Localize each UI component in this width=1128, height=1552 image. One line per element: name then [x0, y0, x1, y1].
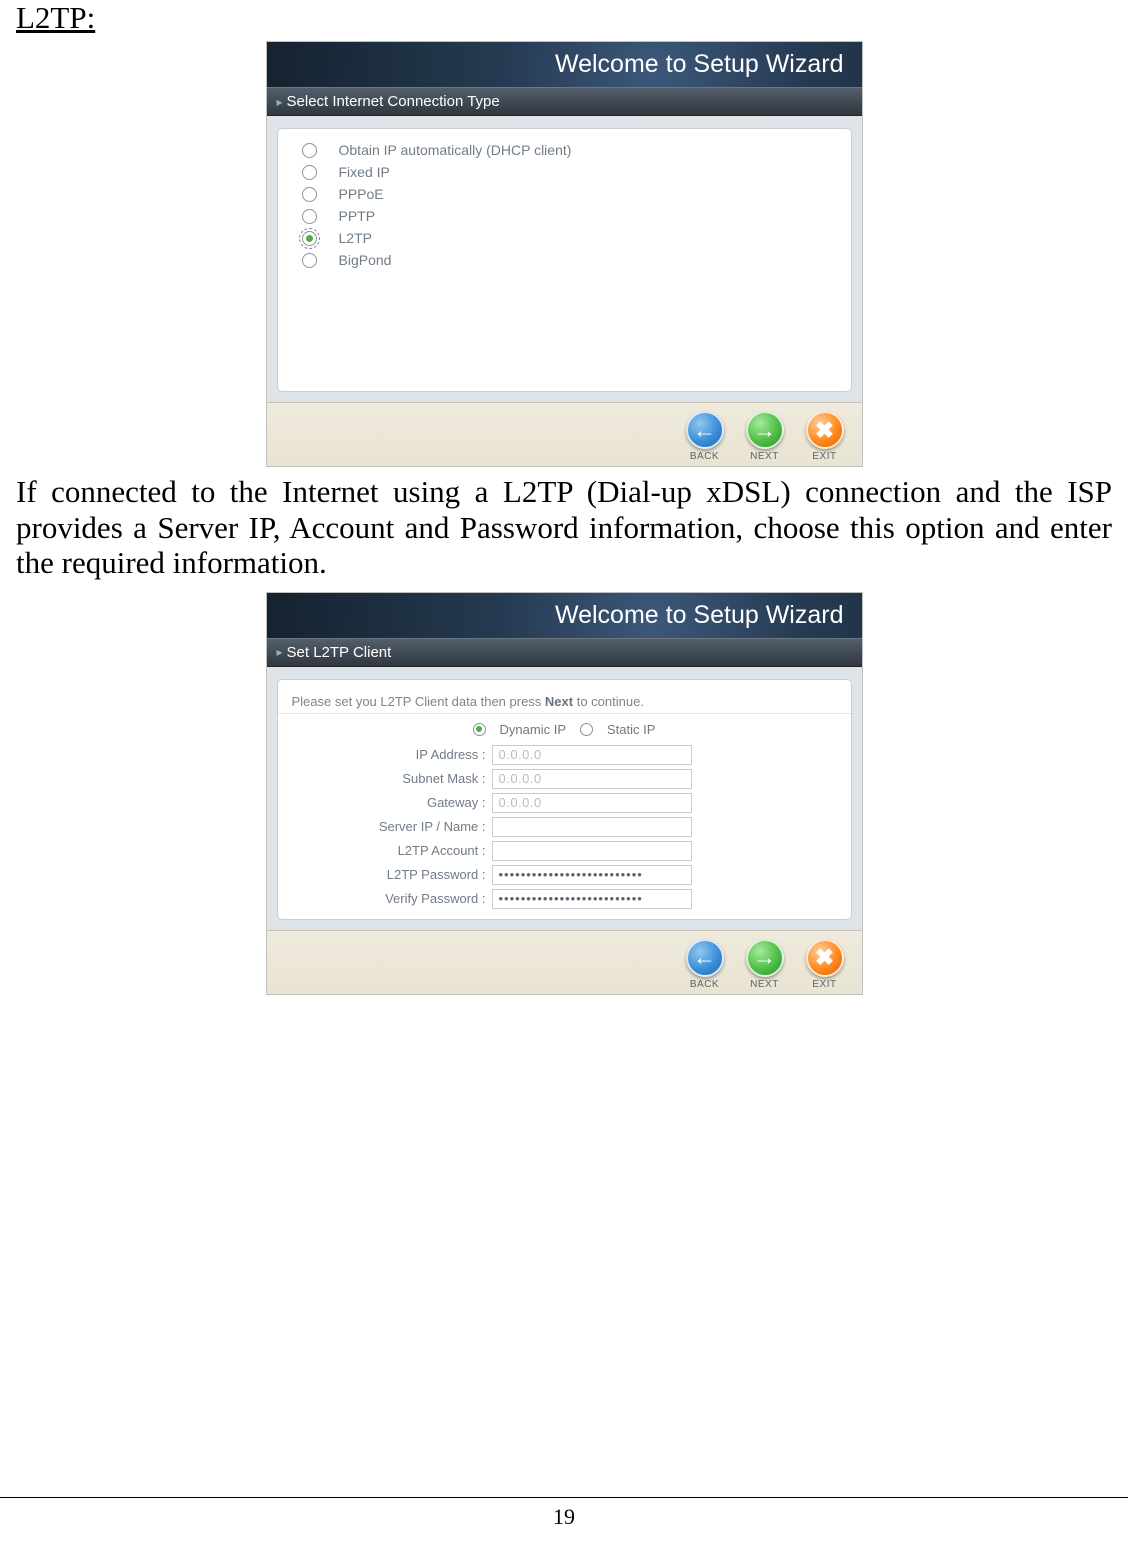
option-label: Fixed IP — [339, 164, 390, 180]
field-label: Gateway : — [278, 795, 486, 810]
option-label: PPTP — [339, 208, 376, 224]
hint-pre: Please set you L2TP Client data then pre… — [292, 694, 545, 709]
wizard-footer: ← BACK → NEXT ✖ EXIT — [267, 402, 862, 466]
next-label: NEXT — [750, 979, 779, 990]
field-label: Verify Password : — [278, 891, 486, 906]
arrow-right-icon: → — [746, 939, 784, 977]
field-label: Server IP / Name : — [278, 819, 486, 834]
dynamic-ip-label[interactable]: Dynamic IP — [500, 722, 566, 737]
subnet-mask-input[interactable] — [492, 769, 692, 789]
field-gateway: Gateway : — [278, 791, 851, 815]
option-label: BigPond — [339, 252, 392, 268]
next-label: NEXT — [750, 451, 779, 462]
arrow-left-icon: ← — [686, 411, 724, 449]
close-icon: ✖ — [806, 939, 844, 977]
radio-icon[interactable] — [302, 209, 317, 224]
close-icon: ✖ — [806, 411, 844, 449]
gateway-input[interactable] — [492, 793, 692, 813]
hint-post: to continue. — [573, 694, 644, 709]
server-ip-input[interactable] — [492, 817, 692, 837]
radio-icon[interactable] — [302, 187, 317, 202]
radio-icon[interactable] — [473, 723, 486, 736]
back-button[interactable]: ← BACK — [686, 411, 724, 462]
wizard-title-bar: Welcome to Setup Wizard — [267, 42, 862, 87]
exit-label: EXIT — [812, 979, 836, 990]
field-ip-address: IP Address : — [278, 743, 851, 767]
exit-button[interactable]: ✖ EXIT — [806, 411, 844, 462]
section-heading: L2TP: — [16, 0, 1112, 36]
field-verify-password: Verify Password : — [278, 887, 851, 911]
verify-password-input[interactable] — [492, 889, 692, 909]
wizard-title-bar: Welcome to Setup Wizard — [267, 593, 862, 638]
ip-address-input[interactable] — [492, 745, 692, 765]
next-button[interactable]: → NEXT — [746, 939, 784, 990]
arrow-right-icon: → — [746, 411, 784, 449]
setup-wizard-screenshot-1: Welcome to Setup Wizard ▸ Select Interne… — [267, 42, 862, 466]
field-l2tp-password: L2TP Password : — [278, 863, 851, 887]
radio-icon[interactable] — [580, 723, 593, 736]
field-label: L2TP Password : — [278, 867, 486, 882]
wizard-footer: ← BACK → NEXT ✖ EXIT — [267, 930, 862, 994]
field-l2tp-account: L2TP Account : — [278, 839, 851, 863]
chevron-right-icon: ▸ — [277, 95, 283, 109]
hint-text: Please set you L2TP Client data then pre… — [278, 690, 851, 714]
field-server-ip: Server IP / Name : — [278, 815, 851, 839]
field-label: Subnet Mask : — [278, 771, 486, 786]
back-button[interactable]: ← BACK — [686, 939, 724, 990]
field-label: IP Address : — [278, 747, 486, 762]
option-label: L2TP — [339, 230, 372, 246]
option-l2tp[interactable]: L2TP — [278, 227, 851, 249]
wizard-section-label: Set L2TP Client — [287, 644, 392, 661]
radio-icon[interactable] — [302, 165, 317, 180]
option-label: PPPoE — [339, 186, 384, 202]
radio-icon[interactable] — [302, 143, 317, 158]
static-ip-label[interactable]: Static IP — [607, 722, 655, 737]
field-label: L2TP Account : — [278, 843, 486, 858]
exit-label: EXIT — [812, 451, 836, 462]
hint-bold: Next — [545, 694, 573, 709]
wizard-title: Welcome to Setup Wizard — [555, 50, 844, 79]
radio-icon[interactable] — [302, 253, 317, 268]
exit-button[interactable]: ✖ EXIT — [806, 939, 844, 990]
option-fixed-ip[interactable]: Fixed IP — [278, 161, 851, 183]
wizard-section-bar: ▸ Set L2TP Client — [267, 638, 862, 667]
back-label: BACK — [690, 451, 719, 462]
options-panel: Obtain IP automatically (DHCP client) Fi… — [277, 128, 852, 392]
wizard-section-label: Select Internet Connection Type — [287, 93, 500, 110]
option-dhcp[interactable]: Obtain IP automatically (DHCP client) — [278, 139, 851, 161]
setup-wizard-screenshot-2: Welcome to Setup Wizard ▸ Set L2TP Clien… — [267, 593, 862, 994]
wizard-section-bar: ▸ Select Internet Connection Type — [267, 87, 862, 116]
next-button[interactable]: → NEXT — [746, 411, 784, 462]
body-paragraph: If connected to the Internet using a L2T… — [16, 474, 1112, 581]
form-panel: Please set you L2TP Client data then pre… — [277, 679, 852, 920]
ip-mode-row: Dynamic IP Static IP — [278, 722, 851, 737]
wizard-title: Welcome to Setup Wizard — [555, 601, 844, 630]
option-label: Obtain IP automatically (DHCP client) — [339, 142, 572, 158]
arrow-left-icon: ← — [686, 939, 724, 977]
l2tp-account-input[interactable] — [492, 841, 692, 861]
l2tp-password-input[interactable] — [492, 865, 692, 885]
option-pptp[interactable]: PPTP — [278, 205, 851, 227]
back-label: BACK — [690, 979, 719, 990]
page-number: 19 — [0, 1497, 1128, 1530]
field-subnet-mask: Subnet Mask : — [278, 767, 851, 791]
option-pppoe[interactable]: PPPoE — [278, 183, 851, 205]
radio-icon[interactable] — [302, 231, 317, 246]
option-bigpond[interactable]: BigPond — [278, 249, 851, 271]
chevron-right-icon: ▸ — [277, 645, 283, 659]
